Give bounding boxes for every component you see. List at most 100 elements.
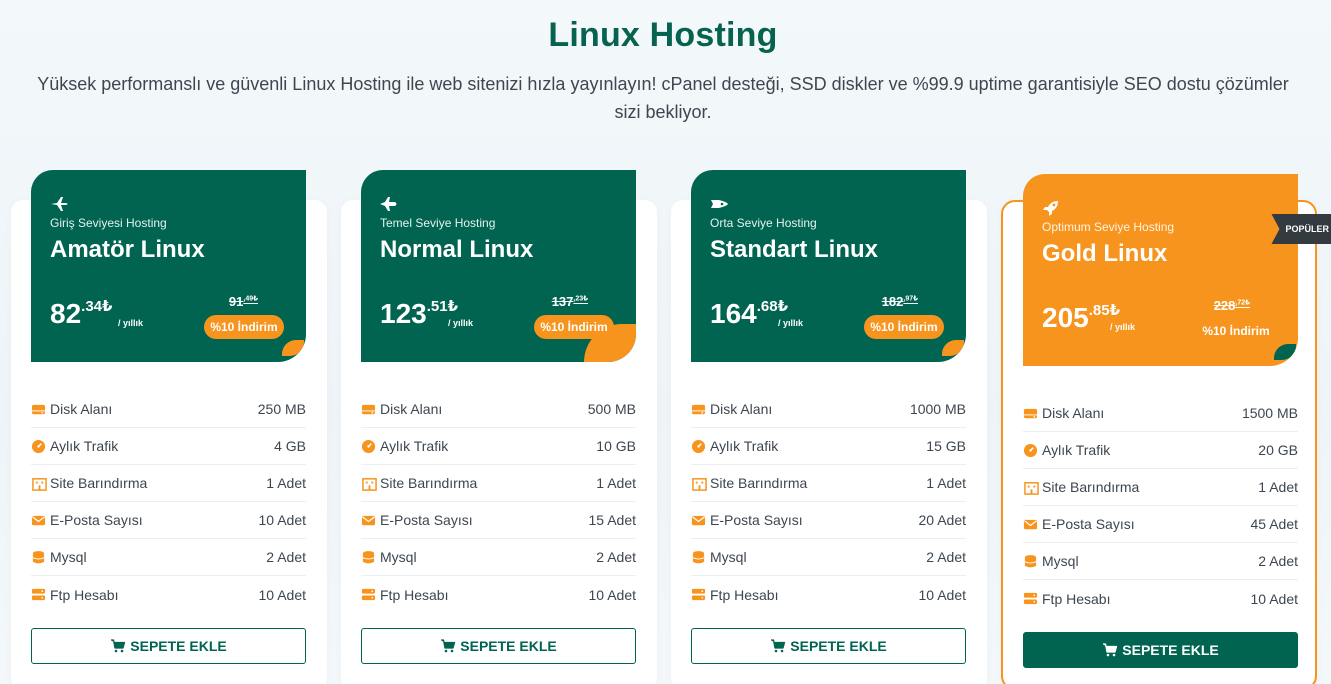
feature-value: 45 Adet xyxy=(1250,516,1299,532)
add-to-cart-button[interactable]: SEPETE EKLE xyxy=(691,628,966,664)
feature-row: Site Barındırma 1 Adet xyxy=(1023,469,1298,506)
price-period: / yıllık xyxy=(118,318,144,328)
feature-list: Disk Alanı 1000 MB Aylık Trafik 15 GB Si… xyxy=(691,391,966,613)
envelope-icon xyxy=(31,513,46,528)
feature-value: 10 Adet xyxy=(258,586,307,603)
feature-row: Ftp Hesabı 10 Adet xyxy=(31,576,306,613)
feature-label: Aylık Trafik xyxy=(380,438,449,454)
add-to-cart-label: SEPETE EKLE xyxy=(1122,642,1219,658)
old-price: 91,49₺ xyxy=(229,294,258,309)
price-period: / yıllık xyxy=(448,318,474,328)
discount-badge: %10 İndirim xyxy=(534,315,614,339)
feature-value: 2 Adet xyxy=(266,549,306,565)
plan-header: Giriş Seviyesi Hosting Amatör Linux 82.3… xyxy=(31,170,306,362)
price-decimal: .68 xyxy=(756,298,778,315)
feature-value: 1 Adet xyxy=(596,475,636,491)
plan-card: Giriş Seviyesi Hosting Amatör Linux 82.3… xyxy=(11,170,327,684)
feature-row: Ftp Hesabı 10 Adet xyxy=(361,576,636,613)
feature-label: Ftp Hesabı xyxy=(1042,590,1111,607)
old-price: 228,72₺ xyxy=(1214,298,1250,313)
plan-level: Optimum Seviye Hosting xyxy=(1042,220,1175,234)
feature-value: 15 GB xyxy=(926,438,966,454)
gauge-icon xyxy=(31,439,46,454)
price-currency: ₺ xyxy=(1109,302,1121,319)
add-to-cart-label: SEPETE EKLE xyxy=(790,638,887,654)
popular-badge: POPÜLER xyxy=(1271,214,1331,244)
old-price-currency: ₺ xyxy=(253,295,258,303)
feature-value: 1000 MB xyxy=(909,401,966,417)
hdd-icon xyxy=(361,402,376,417)
add-to-cart-button[interactable]: SEPETE EKLE xyxy=(31,628,306,664)
building-icon xyxy=(361,476,377,491)
database-icon xyxy=(31,550,46,565)
old-price-decimal: ,49 xyxy=(243,295,254,303)
envelope-icon xyxy=(1023,517,1038,532)
cart-icon xyxy=(440,638,460,654)
feature-list: Disk Alanı 250 MB Aylık Trafik 4 GB Site… xyxy=(31,391,306,613)
plan-price: 164.68₺ / yıllık xyxy=(710,298,803,330)
feature-label: Disk Alanı xyxy=(380,401,443,417)
plan-price: 123.51₺ / yıllık xyxy=(380,298,473,330)
feature-value: 10 GB xyxy=(596,438,636,454)
old-price-integer: 137 xyxy=(551,294,574,309)
price-currency: ₺ xyxy=(447,298,459,315)
feature-label: E-Posta Sayısı xyxy=(50,512,143,528)
feature-row: Aylık Trafik 4 GB xyxy=(31,428,306,465)
feature-value: 2 Adet xyxy=(1258,553,1298,569)
database-icon xyxy=(1023,554,1038,569)
old-price-decimal: ,72 xyxy=(1235,299,1246,307)
feature-value: 250 MB xyxy=(257,401,306,417)
page-title: Linux Hosting xyxy=(548,16,778,54)
building-icon xyxy=(691,476,707,491)
server-icon xyxy=(1023,591,1038,606)
feature-row: Aylık Trafik 20 GB xyxy=(1023,432,1298,469)
feature-row: Disk Alanı 250 MB xyxy=(31,391,306,428)
database-icon xyxy=(691,550,706,565)
building-icon xyxy=(31,476,47,491)
feature-label: Ftp Hesabı xyxy=(50,586,119,603)
feature-value: 1 Adet xyxy=(926,475,966,491)
plane-icon xyxy=(49,194,69,214)
feature-label: Site Barındırma xyxy=(710,475,808,491)
price-currency: ₺ xyxy=(102,298,113,315)
feature-row: E-Posta Sayısı 20 Adet xyxy=(691,502,966,539)
feature-row: Mysql 2 Adet xyxy=(691,539,966,576)
database-icon xyxy=(361,550,376,565)
leaf-decoration xyxy=(942,340,964,356)
gauge-icon xyxy=(1023,443,1038,458)
feature-label: Disk Alanı xyxy=(710,401,773,417)
hdd-icon xyxy=(691,402,706,417)
plan-price: 82.34₺ / yıllık xyxy=(50,298,143,330)
plan-header: Orta Seviye Hosting Standart Linux 164.6… xyxy=(691,170,966,362)
price-period: / yıllık xyxy=(778,318,804,328)
feature-value: 10 Adet xyxy=(1250,590,1299,607)
feature-value: 20 GB xyxy=(1258,442,1298,458)
feature-label: Site Barındırma xyxy=(1042,479,1140,495)
hdd-icon xyxy=(1023,406,1038,421)
feature-row: E-Posta Sayısı 15 Adet xyxy=(361,502,636,539)
leaf-decoration xyxy=(1274,344,1296,360)
plan-card: Temel Seviye Hosting Normal Linux 123.51… xyxy=(341,170,657,684)
add-to-cart-button[interactable]: SEPETE EKLE xyxy=(1023,632,1298,668)
feature-row: Site Barındırma 1 Adet xyxy=(31,465,306,502)
feature-label: Ftp Hesabı xyxy=(710,586,779,603)
feature-label: Aylık Trafik xyxy=(710,438,779,454)
old-price-decimal: ,23 xyxy=(573,295,584,303)
building-icon xyxy=(1023,480,1039,495)
feature-value: 2 Adet xyxy=(926,549,966,565)
feature-list: Disk Alanı 500 MB Aylık Trafik 10 GB Sit… xyxy=(361,391,636,613)
feature-value: 2 Adet xyxy=(596,549,636,565)
discount-badge: %10 İndirim xyxy=(864,315,944,339)
feature-label: Site Barındırma xyxy=(380,475,478,491)
add-to-cart-button[interactable]: SEPETE EKLE xyxy=(361,628,636,664)
feature-label: Mysql xyxy=(1042,553,1079,569)
plan-header: Temel Seviye Hosting Normal Linux 123.51… xyxy=(361,170,636,362)
discount-badge: %10 İndirim xyxy=(1202,324,1270,338)
feature-label: Aylık Trafik xyxy=(50,438,119,454)
page-subtitle: Yüksek performanslı ve güvenli Linux Hos… xyxy=(37,74,1289,122)
old-price: 137,23₺ xyxy=(552,294,588,309)
gauge-icon xyxy=(691,439,706,454)
plan-level: Temel Seviye Hosting xyxy=(380,216,496,230)
old-price-currency: ₺ xyxy=(913,295,918,303)
discount-badge: %10 İndirim xyxy=(204,315,284,339)
